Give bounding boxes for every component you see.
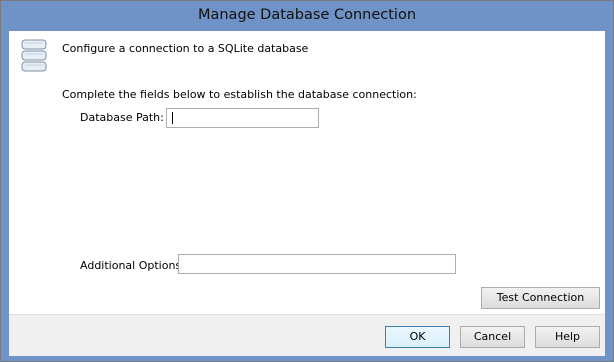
dialog-content: Configure a connection to a SQLite datab… bbox=[9, 31, 605, 314]
help-button[interactable]: Help bbox=[535, 326, 600, 348]
database-path-label: Database Path: bbox=[80, 111, 164, 124]
window-frame-left bbox=[1, 31, 9, 361]
test-connection-button[interactable]: Test Connection bbox=[481, 287, 600, 309]
database-icon bbox=[21, 39, 47, 72]
cancel-button[interactable]: Cancel bbox=[460, 326, 525, 348]
window-frame-right bbox=[605, 31, 613, 361]
title-bar[interactable]: Manage Database Connection bbox=[1, 1, 613, 31]
manage-database-connection-dialog: Manage Database Connection Configure a c… bbox=[0, 0, 614, 362]
dialog-footer: OK Cancel Help bbox=[9, 314, 605, 356]
additional-options-label: Additional Options: bbox=[80, 259, 185, 272]
text-caret bbox=[172, 112, 173, 124]
additional-options-input[interactable] bbox=[178, 254, 456, 274]
dialog-description: Configure a connection to a SQLite datab… bbox=[62, 42, 309, 55]
window-title: Manage Database Connection bbox=[197, 7, 417, 23]
ok-button[interactable]: OK bbox=[385, 326, 450, 348]
database-path-input[interactable] bbox=[166, 108, 319, 128]
form-instructions: Complete the fields below to establish t… bbox=[62, 88, 417, 101]
